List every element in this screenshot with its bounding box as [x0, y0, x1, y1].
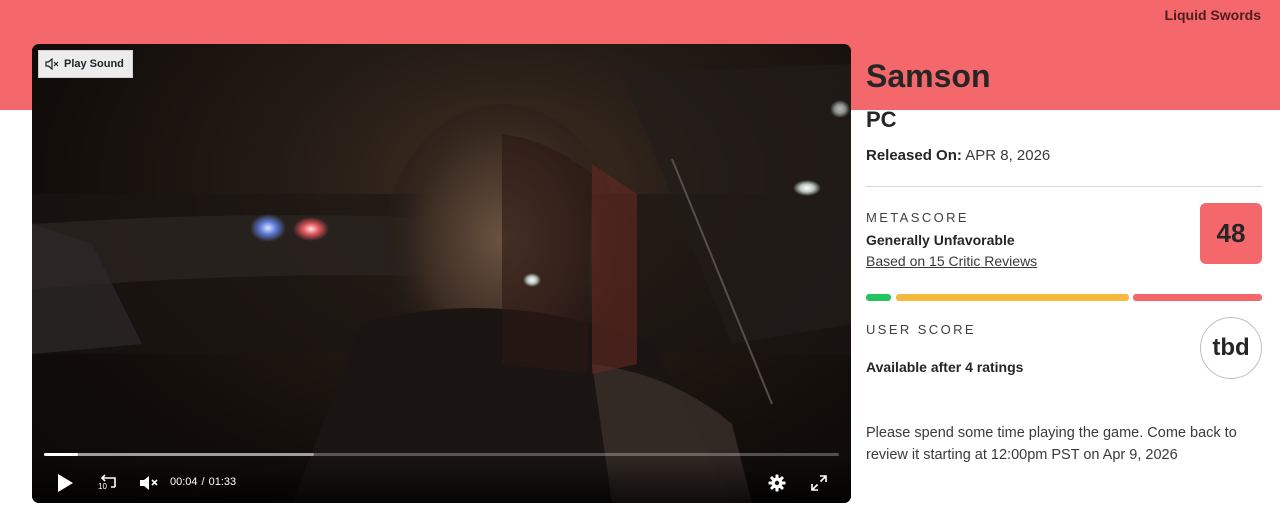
progress-buffered: [44, 453, 315, 456]
gear-icon: [768, 474, 786, 492]
play-button[interactable]: [56, 472, 74, 494]
metascore-section: METASCORE Generally Unfavorable Based on…: [866, 203, 1262, 310]
play-sound-button[interactable]: Play Sound: [38, 50, 133, 78]
release-info: Released On: APR 8, 2026: [866, 146, 1262, 166]
replay-seconds-label: 10: [98, 482, 107, 491]
score-distribution-bar: [866, 294, 1262, 301]
review-notice: Please spend some time playing the game.…: [866, 425, 1237, 463]
settings-button[interactable]: [766, 472, 788, 494]
video-player[interactable]: Play Sound 10 00:04 / 01:33: [32, 44, 851, 503]
game-title: Samson: [866, 58, 991, 94]
distribution-negative: [1133, 294, 1262, 301]
divider: [866, 186, 1262, 187]
current-time: 00:04: [170, 476, 198, 488]
fullscreen-icon: [811, 475, 827, 491]
video-time-display: 00:04 / 01:33: [170, 476, 236, 488]
released-label: Released On:: [866, 147, 962, 164]
distribution-mixed: [896, 294, 1129, 301]
play-sound-label: Play Sound: [64, 58, 124, 70]
video-frame: [32, 64, 851, 503]
metascore-badge[interactable]: 48: [1200, 203, 1262, 264]
volume-button[interactable]: [138, 472, 160, 494]
progress-played: [44, 453, 79, 456]
userscore-badge[interactable]: tbd: [1200, 317, 1262, 379]
replay-10-button[interactable]: 10: [96, 472, 120, 494]
release-date: APR 8, 2026: [965, 147, 1051, 164]
publisher-link[interactable]: Liquid Swords: [1165, 7, 1261, 23]
speaker-muted-icon: [45, 58, 59, 70]
userscore-section: USER SCORE Available after 4 ratings tbd: [866, 317, 1262, 392]
play-icon: [56, 473, 74, 493]
game-platform: PC: [866, 107, 897, 132]
volume-muted-icon: [139, 475, 159, 491]
video-progress-bar[interactable]: [44, 453, 839, 456]
duration: 01:33: [208, 476, 237, 488]
distribution-positive: [866, 294, 891, 301]
game-info-panel: Samson PC Released On: APR 8, 2026 METAS…: [866, 56, 1262, 463]
fullscreen-button[interactable]: [808, 472, 830, 494]
replay-10-icon: 10: [97, 473, 119, 493]
time-separator: /: [201, 476, 205, 488]
